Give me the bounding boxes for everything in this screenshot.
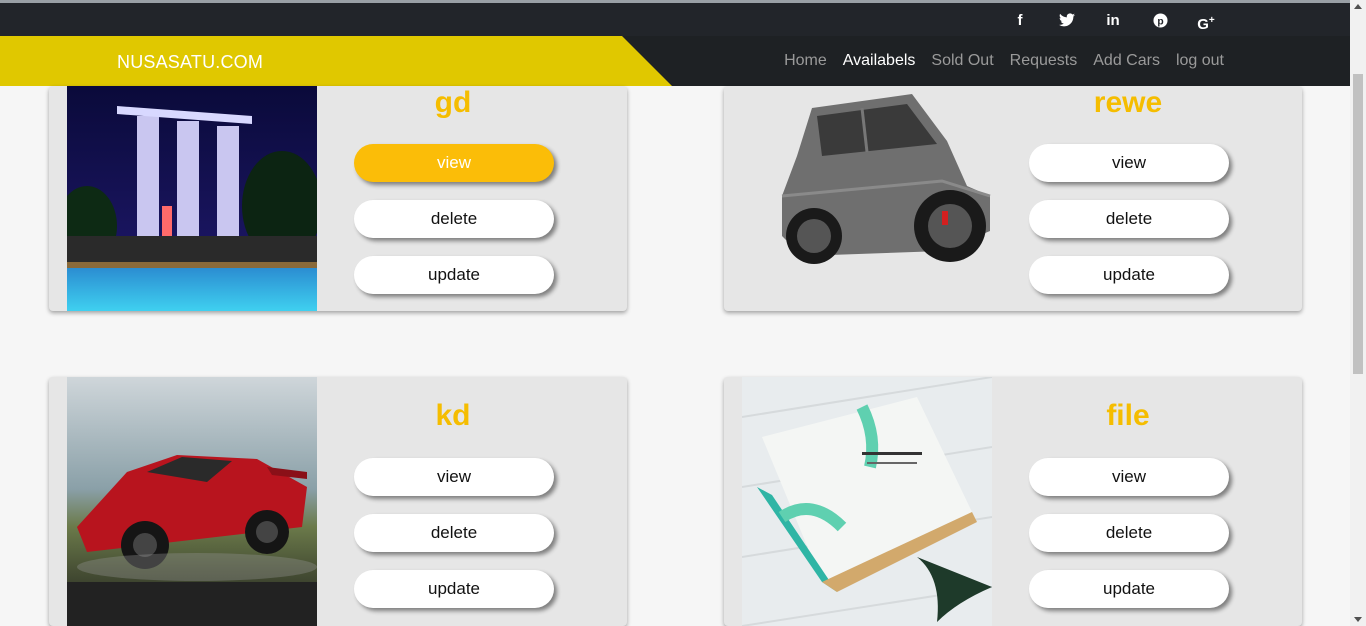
scroll-down-arrow-icon[interactable] — [1354, 617, 1362, 622]
scroll-thumb[interactable] — [1353, 74, 1363, 374]
delete-button[interactable]: delete — [1029, 200, 1229, 238]
update-button[interactable]: update — [354, 570, 554, 608]
nav-availabels[interactable]: Availabels — [843, 52, 916, 70]
night-resort-photo — [67, 86, 317, 311]
card-title: rewe — [1093, 86, 1163, 119]
pinterest-icon[interactable]: p — [1150, 13, 1170, 32]
brand-logo[interactable]: NUSASATU.COM — [117, 52, 263, 73]
social-bar: f in p G+ — [0, 0, 1350, 36]
nav-sold-out[interactable]: Sold Out — [931, 52, 993, 70]
nav-requests[interactable]: Requests — [1010, 52, 1078, 70]
grey-suv-photo — [742, 86, 992, 311]
svg-text:p: p — [1157, 16, 1163, 27]
google-plus-icon[interactable]: G+ — [1196, 13, 1216, 33]
delete-button[interactable]: delete — [354, 514, 554, 552]
nav-add-cars[interactable]: Add Cars — [1093, 52, 1160, 70]
nav-log-out[interactable]: log out — [1176, 52, 1224, 70]
red-sports-car-photo — [67, 377, 317, 626]
car-card: kd view delete update — [49, 377, 627, 626]
car-card: gd view delete update — [49, 86, 627, 311]
card-title: gd — [434, 86, 472, 119]
view-button[interactable]: view — [1029, 144, 1229, 182]
view-button[interactable]: view — [354, 458, 554, 496]
car-card: file view delete update — [724, 377, 1302, 626]
linkedin-icon[interactable]: in — [1103, 13, 1123, 29]
brand-banner — [0, 36, 672, 86]
page-scrollbar[interactable] — [1350, 0, 1366, 626]
car-card: rewe view delete update — [724, 86, 1302, 311]
view-button[interactable]: view — [354, 144, 554, 182]
facebook-icon[interactable]: f — [1010, 13, 1030, 29]
nav-links: Home Availabels Sold Out Requests Add Ca… — [784, 52, 1224, 70]
delete-button[interactable]: delete — [354, 200, 554, 238]
card-title: kd — [435, 399, 471, 432]
update-button[interactable]: update — [1029, 256, 1229, 294]
book-photo — [742, 377, 992, 626]
scroll-up-arrow-icon[interactable] — [1354, 4, 1362, 9]
card-title: file — [1106, 399, 1150, 432]
view-button[interactable]: view — [1029, 458, 1229, 496]
nav-home[interactable]: Home — [784, 52, 827, 70]
update-button[interactable]: update — [354, 256, 554, 294]
main-navbar: NUSASATU.COM Home Availabels Sold Out Re… — [0, 36, 1350, 86]
twitter-icon[interactable] — [1057, 13, 1077, 31]
delete-button[interactable]: delete — [1029, 514, 1229, 552]
update-button[interactable]: update — [1029, 570, 1229, 608]
